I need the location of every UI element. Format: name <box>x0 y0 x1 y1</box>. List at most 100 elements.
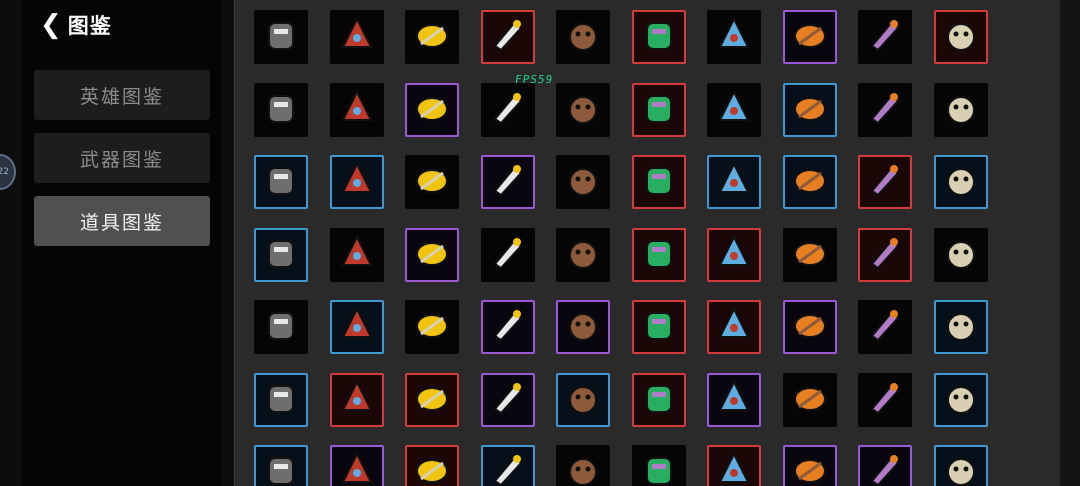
item-slot[interactable] <box>934 445 988 486</box>
item-slot[interactable] <box>934 373 988 427</box>
item-slot[interactable] <box>632 300 686 354</box>
item-icon <box>940 87 982 133</box>
item-slot[interactable] <box>330 300 384 354</box>
item-icon <box>713 449 755 486</box>
item-slot[interactable] <box>481 445 535 486</box>
item-slot[interactable] <box>405 373 459 427</box>
item-slot[interactable] <box>556 373 610 427</box>
item-slot[interactable] <box>934 155 988 209</box>
item-slot[interactable] <box>934 83 988 137</box>
item-slot[interactable] <box>858 300 912 354</box>
item-slot[interactable] <box>481 300 535 354</box>
item-slot[interactable] <box>934 228 988 282</box>
item-icon <box>260 159 302 205</box>
item-slot[interactable] <box>707 228 761 282</box>
nav-hero-collection[interactable]: 英雄图鉴 <box>34 70 210 120</box>
item-slot[interactable] <box>783 83 837 137</box>
item-slot[interactable] <box>783 300 837 354</box>
item-slot[interactable] <box>556 300 610 354</box>
item-slot[interactable] <box>707 445 761 486</box>
item-slot[interactable] <box>632 445 686 486</box>
item-slot[interactable] <box>254 373 308 427</box>
item-slot[interactable] <box>405 445 459 486</box>
item-slot[interactable] <box>254 83 308 137</box>
item-slot[interactable] <box>330 10 384 64</box>
item-slot[interactable] <box>632 83 686 137</box>
item-slot[interactable] <box>783 373 837 427</box>
item-icon <box>789 232 831 278</box>
item-slot[interactable] <box>254 300 308 354</box>
page-title: 图鉴 <box>67 14 112 38</box>
item-slot[interactable] <box>858 155 912 209</box>
item-slot[interactable] <box>254 228 308 282</box>
item-icon <box>562 87 604 133</box>
item-slot[interactable] <box>934 10 988 64</box>
item-slot[interactable] <box>254 10 308 64</box>
item-slot[interactable] <box>632 373 686 427</box>
item-slot[interactable] <box>556 83 610 137</box>
item-slot[interactable] <box>330 373 384 427</box>
item-icon <box>789 159 831 205</box>
item-slot[interactable] <box>405 155 459 209</box>
item-slot[interactable] <box>556 445 610 486</box>
item-slot[interactable] <box>707 10 761 64</box>
item-slot[interactable] <box>783 228 837 282</box>
item-slot[interactable] <box>858 228 912 282</box>
item-slot[interactable] <box>707 373 761 427</box>
item-slot[interactable] <box>405 300 459 354</box>
item-slot[interactable] <box>783 155 837 209</box>
item-slot[interactable] <box>330 155 384 209</box>
item-icon <box>411 449 453 486</box>
item-icon <box>789 449 831 486</box>
item-icon <box>260 87 302 133</box>
nav-weapon-collection[interactable]: 武器图鉴 <box>34 133 210 183</box>
item-slot[interactable] <box>330 445 384 486</box>
item-slot[interactable] <box>405 83 459 137</box>
item-slot[interactable] <box>858 373 912 427</box>
item-slot[interactable] <box>632 155 686 209</box>
item-slot[interactable] <box>481 155 535 209</box>
item-slot[interactable] <box>556 155 610 209</box>
item-slot[interactable] <box>858 10 912 64</box>
item-slot[interactable] <box>481 10 535 64</box>
back-button[interactable]: ❮ 图鉴 <box>40 8 112 42</box>
item-slot[interactable] <box>632 10 686 64</box>
item-slot[interactable] <box>707 300 761 354</box>
item-slot[interactable] <box>858 445 912 486</box>
item-slot[interactable] <box>254 155 308 209</box>
item-icon <box>638 377 680 423</box>
item-slot[interactable] <box>783 10 837 64</box>
item-slot[interactable] <box>481 373 535 427</box>
item-slot[interactable] <box>254 445 308 486</box>
item-icon <box>713 232 755 278</box>
item-icon <box>260 304 302 350</box>
item-slot[interactable] <box>481 228 535 282</box>
item-slot[interactable] <box>330 83 384 137</box>
item-icon <box>336 304 378 350</box>
item-icon <box>789 304 831 350</box>
item-icon <box>260 449 302 486</box>
item-slot[interactable] <box>405 228 459 282</box>
item-icon <box>713 159 755 205</box>
item-slot[interactable] <box>934 300 988 354</box>
item-slot[interactable] <box>707 155 761 209</box>
item-slot[interactable] <box>556 228 610 282</box>
item-slot[interactable] <box>707 83 761 137</box>
item-icon <box>940 377 982 423</box>
item-icon <box>864 87 906 133</box>
edge-badge-text: 22 <box>0 167 9 177</box>
item-icon <box>411 304 453 350</box>
item-icon <box>562 14 604 60</box>
item-icon <box>864 14 906 60</box>
item-icon <box>487 377 529 423</box>
item-icon <box>336 14 378 60</box>
item-slot[interactable] <box>632 228 686 282</box>
nav-item-collection[interactable]: 道具图鉴 <box>34 196 210 246</box>
item-slot[interactable] <box>481 83 535 137</box>
item-slot[interactable] <box>330 228 384 282</box>
item-slot[interactable] <box>556 10 610 64</box>
item-slot[interactable] <box>783 445 837 486</box>
item-icon <box>562 159 604 205</box>
item-slot[interactable] <box>405 10 459 64</box>
item-slot[interactable] <box>858 83 912 137</box>
